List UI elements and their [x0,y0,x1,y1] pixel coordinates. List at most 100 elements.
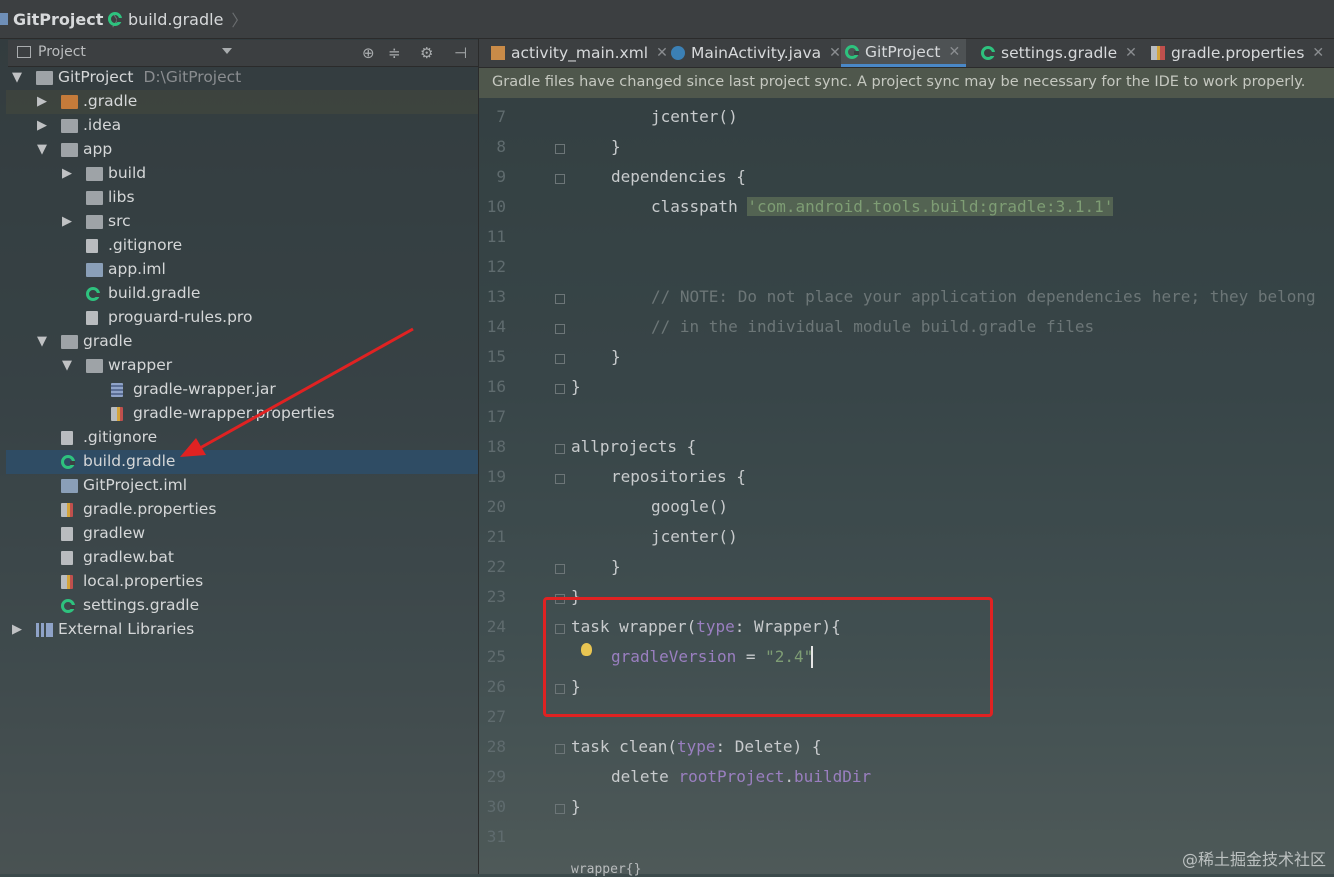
line-number: 21 [486,527,506,546]
tab-gitproject[interactable]: GitProject ✕ [841,39,967,67]
code-line: allprojects { [571,437,696,456]
tab-settings-gradle[interactable]: settings.gradle ✕ [977,39,1143,67]
code-line: repositories { [611,467,746,486]
code-line: } [611,137,621,156]
code-token: // NOTE: Do not place your application d… [651,287,1316,306]
code-token: } [571,797,581,816]
code-token: repositories { [611,467,746,486]
line-number: 18 [486,437,506,456]
java-class-icon [671,46,685,60]
code-line: jcenter() [651,107,738,126]
line-number: 30 [486,797,506,816]
line-number: 25 [486,647,506,666]
line-number: 13 [486,287,506,306]
line-number: 8 [496,137,506,156]
code-token: jcenter() [651,527,738,546]
code-token: buildDir [794,767,872,786]
fold-marker-icon[interactable] [555,384,565,394]
close-icon[interactable]: ✕ [948,44,960,60]
code-token: 'com.android.tools.build:gradle:3.1.1' [747,197,1114,216]
sync-notification-banner: Gradle files have changed since last pro… [479,68,1334,98]
line-number: 10 [486,197,506,216]
fold-marker-icon[interactable] [555,354,565,364]
tab-label: GitProject [865,42,941,61]
fold-marker-icon[interactable] [555,444,565,454]
line-number: 16 [486,377,506,396]
line-number: 17 [486,407,506,426]
lightbulb-icon[interactable] [581,643,592,656]
code-token: // in the individual module build.gradle… [651,317,1095,336]
code-token: type [676,737,716,756]
gradle-icon [981,46,995,60]
code-line: dependencies { [611,167,746,186]
gradle-icon [845,44,859,59]
code-token: } [611,557,621,576]
code-token: dependencies { [611,167,746,186]
close-icon[interactable]: ✕ [829,45,841,61]
line-number: 14 [486,317,506,336]
line-number: 28 [486,737,506,756]
text-caret [811,646,813,668]
tab-label: activity_main.xml [511,44,649,62]
line-number: 26 [486,677,506,696]
fold-marker-icon[interactable] [555,144,565,154]
tab-mainactivity-java[interactable]: MainActivity.java ✕ [667,39,847,67]
line-number: 31 [486,827,506,846]
fold-marker-icon[interactable] [555,804,565,814]
line-number: 9 [496,167,506,186]
line-number: 23 [486,587,506,606]
line-number: 7 [496,107,506,126]
code-line: } [571,797,581,816]
close-icon[interactable]: ✕ [1125,45,1137,61]
code-token: : Delete) { [715,737,822,756]
line-number: 22 [486,557,506,576]
code-token: jcenter() [651,107,738,126]
code-token: allprojects { [571,437,697,456]
fold-marker-icon[interactable] [555,294,565,304]
tab-gradle-properties[interactable]: gradle.properties ✕ [1147,39,1330,67]
breadcrumb-code-context: wrapper{} [571,862,642,877]
code-line: // in the individual module build.gradle… [651,317,1094,336]
code-line: jcenter() [651,527,738,546]
close-icon[interactable]: ✕ [1312,45,1324,61]
fold-marker-icon[interactable] [555,744,565,754]
code-token: } [571,377,581,396]
code-token: rootProject [678,767,785,786]
tab-activity-main-xml[interactable]: activity_main.xml ✕ [487,39,674,67]
code-token: . [784,767,795,786]
code-line: } [611,557,621,576]
code-token: google() [651,497,729,516]
fold-marker-icon[interactable] [555,474,565,484]
code-token: } [611,137,621,156]
code-line: delete rootProject.buildDir [611,767,871,786]
line-number: 27 [486,707,506,726]
line-number: 24 [486,617,506,636]
line-number: 11 [486,227,506,246]
fold-marker-icon[interactable] [555,174,565,184]
code-token: task clean( [571,737,677,756]
editor-tabs: activity_main.xml ✕ MainActivity.java ✕ GitP… [479,39,1334,68]
watermark: @稀土掘金技术社区 [1181,850,1326,869]
line-number: 20 [486,497,506,516]
code-line: google() [651,497,728,516]
tab-label: settings.gradle [1001,44,1118,62]
code-line: task clean(type: Delete) { [571,737,821,756]
code-line: // NOTE: Do not place your application d… [651,287,1316,306]
code-line: } [571,377,581,396]
line-number: 12 [486,257,506,276]
code-line: classpath 'com.android.tools.build:gradl… [651,197,1114,216]
line-number: 19 [486,467,506,486]
properties-file-icon [1151,46,1165,60]
fold-marker-icon[interactable] [555,324,565,334]
line-number: 15 [486,347,506,366]
code-token: classpath [651,197,748,216]
code-token: delete [611,767,679,786]
tab-label: gradle.properties [1171,44,1305,62]
fold-marker-icon[interactable] [555,564,565,574]
xml-file-icon [491,46,505,60]
annotation-highlight-box [543,597,993,717]
line-number: 29 [486,767,506,786]
code-token: } [611,347,621,366]
code-line: } [611,347,621,366]
tab-label: MainActivity.java [691,44,822,62]
